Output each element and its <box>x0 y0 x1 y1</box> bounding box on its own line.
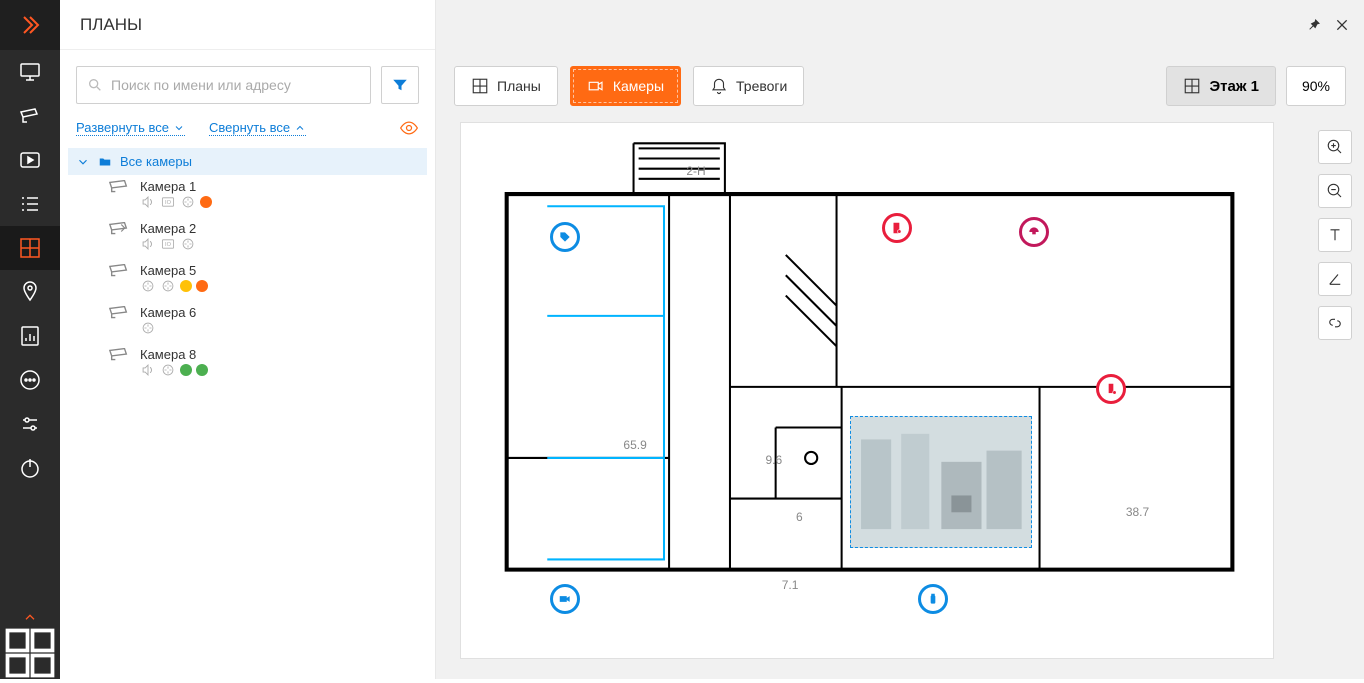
chevron-down-icon <box>76 155 90 169</box>
visibility-icon[interactable] <box>399 118 419 138</box>
camera-item[interactable]: Камера 1 IO <box>68 175 427 217</box>
rail-plans[interactable] <box>0 226 60 270</box>
text-tool-button[interactable] <box>1318 218 1352 252</box>
zoom-percent[interactable]: 90% <box>1286 66 1346 106</box>
camera-name: Камера 6 <box>140 305 196 320</box>
room-label: 2-H <box>686 164 705 178</box>
camera-item[interactable]: Камера 6 <box>68 301 427 343</box>
rail-power[interactable] <box>0 446 60 490</box>
main-area: Планы Камеры Тревоги Этаж 1 90% <box>436 0 1364 679</box>
side-panel: ПЛАНЫ Развернуть все Свернуть все Все ка… <box>60 0 436 679</box>
zoom-in-button[interactable] <box>1318 130 1352 164</box>
room-label: 7.1 <box>782 578 799 592</box>
plan-marker-cam[interactable] <box>550 584 580 614</box>
collapse-all-link[interactable]: Свернуть все <box>209 120 306 136</box>
close-icon[interactable] <box>1334 17 1350 33</box>
alarms-button[interactable]: Тревоги <box>693 66 804 106</box>
room-label: 6 <box>796 510 803 524</box>
floor-selector[interactable]: Этаж 1 <box>1166 66 1276 106</box>
floor-icon <box>1183 77 1201 95</box>
rail-reports[interactable] <box>0 314 60 358</box>
search-input[interactable] <box>111 77 360 93</box>
pin-icon[interactable] <box>1306 17 1322 33</box>
zoom-out-button[interactable] <box>1318 174 1352 208</box>
camera-name: Камера 1 <box>140 179 196 194</box>
search-icon <box>87 77 103 93</box>
plan-marker-ext[interactable] <box>1096 374 1126 404</box>
camera-item[interactable]: Камера 2 IO <box>68 217 427 259</box>
camera-tree: Все камеры Камера 1 IO Камера 2 IO Камера 5 К… <box>60 148 435 385</box>
chevron-right-icon <box>116 221 130 235</box>
rail-settings[interactable] <box>0 402 60 446</box>
rail-layouts[interactable] <box>0 631 60 675</box>
room-label: 9.6 <box>766 453 783 467</box>
room-label: 65.9 <box>623 438 646 452</box>
app-logo[interactable] <box>0 0 60 50</box>
room-label: 38.7 <box>1126 505 1149 519</box>
tree-folder[interactable]: Все камеры <box>68 148 427 175</box>
plan-marker-sensor[interactable] <box>918 584 948 614</box>
folder-icon <box>98 155 112 169</box>
plan-marker-dome[interactable] <box>1019 217 1049 247</box>
canvas-tools <box>1318 130 1352 340</box>
search-input-wrap <box>76 66 371 104</box>
rail-more[interactable] <box>0 358 60 402</box>
expand-all-link[interactable]: Развернуть все <box>76 120 185 136</box>
link-tool-button[interactable] <box>1318 306 1352 340</box>
plans-button[interactable]: Планы <box>454 66 558 106</box>
plan-canvas[interactable]: 2-H 65.9 9.6 6 7.1 38.7 <box>460 122 1274 659</box>
rail-playback[interactable] <box>0 138 60 182</box>
plan-marker-tag[interactable] <box>550 222 580 252</box>
nav-rail <box>0 0 60 679</box>
angle-tool-button[interactable] <box>1318 262 1352 296</box>
folder-label: Все камеры <box>120 154 192 169</box>
toolbar: Планы Камеры Тревоги Этаж 1 90% <box>436 50 1364 122</box>
camera-name: Камера 2 <box>140 221 196 236</box>
cameras-button[interactable]: Камеры <box>570 66 681 106</box>
rail-map[interactable] <box>0 270 60 314</box>
camera-item[interactable]: Камера 5 <box>68 259 427 301</box>
rail-list[interactable] <box>0 182 60 226</box>
camera-preview[interactable] <box>850 416 1033 548</box>
rail-monitor[interactable] <box>0 50 60 94</box>
plan-marker-door[interactable] <box>882 213 912 243</box>
camera-name: Камера 5 <box>140 263 196 278</box>
panel-title: ПЛАНЫ <box>80 15 142 35</box>
rail-camera[interactable] <box>0 94 60 138</box>
filter-button[interactable] <box>381 66 419 104</box>
camera-item[interactable]: Камера 8 <box>68 343 427 385</box>
svg-text:IO: IO <box>165 242 172 248</box>
svg-text:IO: IO <box>165 200 172 206</box>
camera-name: Камера 8 <box>140 347 196 362</box>
